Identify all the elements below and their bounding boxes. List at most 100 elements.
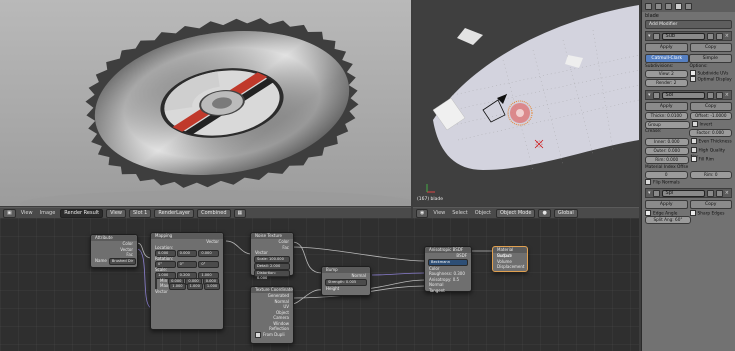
apply-button[interactable]: Apply (645, 200, 688, 209)
render-layer-dropdown[interactable]: RenderLayer (154, 208, 195, 218)
menu-view[interactable]: View (431, 210, 447, 216)
close-icon[interactable]: × (725, 190, 729, 196)
rim-field[interactable]: Rim: 0.000 (645, 156, 689, 164)
copy-button[interactable]: Copy (689, 200, 732, 209)
detail-field[interactable]: Detail: 2.000 (254, 262, 290, 270)
modifier-header[interactable]: ▾ Sol × (645, 90, 732, 100)
vertex-group-field[interactable]: Group (645, 121, 690, 129)
scene-icon[interactable] (655, 2, 662, 10)
subsurf-icon (652, 32, 660, 40)
location-z[interactable]: 0.000 (198, 250, 220, 257)
max-y[interactable]: 1.000 (186, 283, 203, 290)
render-icon[interactable] (645, 2, 652, 10)
menu-image[interactable]: Image (38, 210, 58, 216)
menu-object[interactable]: Object (473, 210, 493, 216)
view-levels-field[interactable]: View: 2 (645, 70, 688, 78)
copy-button[interactable]: Copy (689, 102, 732, 111)
3d-viewport[interactable]: (167) blade (413, 0, 639, 206)
close-icon[interactable]: × (725, 33, 729, 39)
copy-button[interactable]: Copy (689, 43, 732, 52)
outer-field[interactable]: Outer: 0.000 (645, 147, 689, 155)
modifier-name-field[interactable]: Spl (661, 189, 705, 197)
expand-icon[interactable]: ▾ (648, 33, 651, 39)
orientation-dropdown[interactable]: Global (553, 208, 578, 218)
render-toggle-icon[interactable] (706, 91, 714, 99)
thickness-field[interactable]: Thickn: 0.0100 (645, 112, 688, 120)
modifier-wrench-icon[interactable] (675, 2, 682, 10)
viewport-toggle-icon[interactable] (715, 32, 723, 40)
bump-node[interactable]: Bump Normal Strength: 0.005 Height (321, 266, 371, 296)
close-icon[interactable]: × (725, 92, 729, 98)
pass-dropdown[interactable]: Combined (197, 208, 231, 218)
render-toggle-icon[interactable] (706, 189, 714, 197)
channels-icon[interactable]: ▦ (233, 208, 247, 218)
inner-field[interactable]: Inner: 0.000 (645, 138, 689, 146)
modifier-header[interactable]: ▾ Spl × (645, 188, 732, 198)
tab-simple[interactable]: Simple (688, 54, 732, 63)
location-y[interactable]: 0.000 (176, 250, 198, 257)
input-roughness[interactable]: Roughness: 0.300 (425, 271, 471, 277)
crease-label: Crease: (645, 129, 662, 134)
max-z[interactable]: 1.000 (203, 283, 221, 290)
edge-angle-checkbox[interactable] (645, 210, 651, 216)
expand-icon[interactable]: ▾ (648, 190, 651, 196)
flip-normals-checkbox[interactable] (645, 179, 651, 185)
invert-checkbox[interactable] (691, 121, 698, 127)
shading-icon[interactable]: ● (538, 208, 551, 218)
expand-icon[interactable]: ▾ (648, 92, 651, 98)
viewport-toggle-icon[interactable] (715, 189, 723, 197)
apply-button[interactable]: Apply (645, 102, 688, 111)
split-angle-field[interactable]: Split Ang: 60° (645, 216, 691, 224)
editor-type-button[interactable]: ▣ (3, 208, 16, 218)
editor-type-button[interactable]: ◉ (416, 208, 429, 218)
modifier-header[interactable]: ▾ Sub × (645, 31, 732, 41)
rotation-z[interactable]: 0° (198, 261, 220, 268)
modifier-name-field[interactable]: Sol (661, 91, 705, 99)
distortion-field[interactable]: Distortion: 0.000 (254, 269, 290, 280)
max-x[interactable]: 1.000 (169, 283, 186, 290)
menu-view[interactable]: View (19, 210, 35, 216)
anisotropic-bsdf-node[interactable]: Anisotropic BSDF BSDF Beckmann Color Rou… (424, 246, 472, 293)
material-index-field[interactable]: 0 (645, 171, 688, 179)
modifier-name-field[interactable]: Sub (661, 32, 705, 40)
distribution-dropdown[interactable]: Beckmann (428, 258, 468, 266)
offset-field[interactable]: Offset: -1.0000 (689, 112, 732, 120)
mode-dropdown[interactable]: Object Mode (495, 208, 536, 218)
attribute-name-field[interactable]: Brushed Dir (108, 257, 137, 265)
render-levels-field[interactable]: Render: 2 (645, 79, 688, 87)
render-result-viewport[interactable] (0, 0, 411, 206)
edge-split-icon (652, 189, 660, 197)
max-label: Max (160, 283, 169, 288)
attribute-node[interactable]: Attribute Color Vector Fac Name Brushed … (90, 234, 138, 268)
noise-texture-node[interactable]: Noise Texture Color Fac Vector Scale: 10… (250, 232, 294, 280)
from-dupli-checkbox[interactable] (255, 331, 261, 338)
object-icon[interactable] (665, 2, 672, 10)
factor-field[interactable]: Factor: 0.000 (688, 129, 732, 137)
sharp-edges-checkbox[interactable] (689, 210, 696, 216)
output-bsdf: BSDF (456, 253, 467, 258)
strength-field[interactable]: Strength: 0.005 (325, 278, 367, 286)
rim-material-field[interactable]: Rim: 0 (689, 171, 732, 179)
node-editor[interactable]: Attribute Color Vector Fac Name Brushed … (0, 218, 639, 351)
fill-rim-checkbox[interactable] (690, 156, 697, 162)
apply-button[interactable]: Apply (645, 43, 688, 52)
tab-catmull-clark[interactable]: Catmull-Clark (645, 54, 689, 63)
even-thickness-checkbox[interactable] (690, 138, 697, 144)
object-info-label: (167) blade (417, 197, 444, 202)
high-quality-normals-checkbox[interactable] (690, 147, 697, 153)
image-selector[interactable]: Render Result (60, 208, 104, 218)
scale-field[interactable]: Scale: 100.000 (254, 255, 290, 263)
rotation-y[interactable]: 0° (176, 261, 198, 268)
texture-coordinate-node[interactable]: Texture Coordinate Generated Normal UV O… (250, 286, 294, 344)
material-icon[interactable] (685, 2, 692, 10)
optimal-display-checkbox[interactable] (689, 76, 696, 82)
material-output-node[interactable]: Material Output Surface Volume Displacem… (492, 246, 528, 272)
add-modifier-dropdown[interactable]: Add Modifier (645, 20, 732, 29)
viewport-toggle-icon[interactable] (715, 91, 723, 99)
render-toggle-icon[interactable] (706, 32, 714, 40)
view-dropdown[interactable]: View (106, 208, 126, 218)
mapping-node[interactable]: Mapping Vector Location: 0.000 0.000 0.0… (150, 232, 224, 330)
3d-view-header: ◉ View Select Object Object Mode ● Globa… (413, 207, 639, 218)
menu-select[interactable]: Select (450, 210, 469, 216)
slot-dropdown[interactable]: Slot 1 (129, 208, 152, 218)
